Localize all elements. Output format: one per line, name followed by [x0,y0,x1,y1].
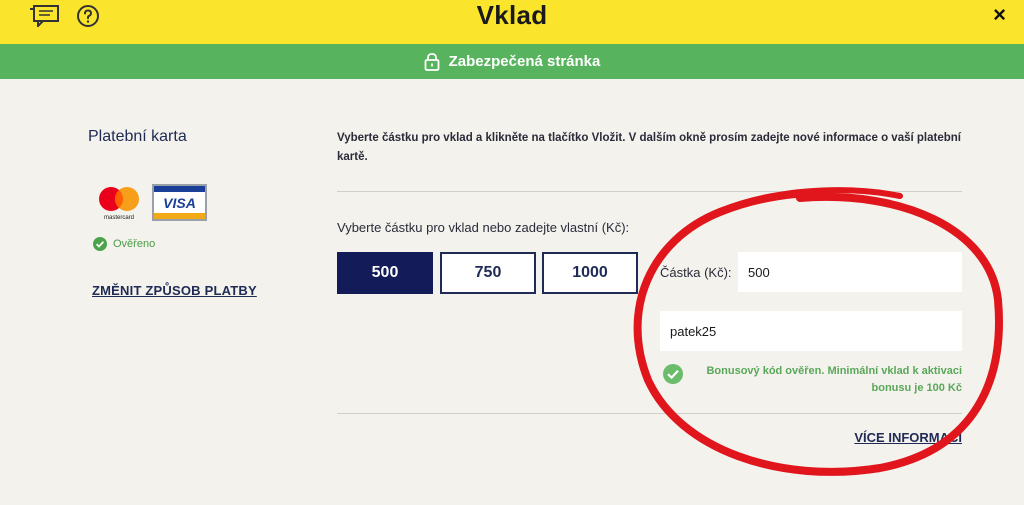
check-circle-icon [663,364,683,384]
visa-logo: VISA [152,184,207,221]
amount-label: Částka (Kč): [660,265,732,280]
modal-header: Vklad × [0,0,1024,44]
amount-button-750[interactable]: 750 [440,252,536,294]
bonus-message: Bonusový kód ověřen. Minimální vklad k a… [706,365,962,394]
more-info-link[interactable]: VÍCE INFORMACÍ [854,430,962,445]
payment-method-title: Platební karta [88,128,187,145]
deposit-instructions: Vyberte částku pro vklad a klikněte na t… [337,132,961,163]
amount-prompt: Vyberte částku pro vklad nebo zadejte vl… [337,220,630,235]
amount-input[interactable] [738,252,962,292]
amount-button-500[interactable]: 500 [337,252,433,294]
verified-label: Ověřeno [113,238,156,250]
svg-text:mastercard: mastercard [104,215,134,221]
check-circle-icon [93,237,107,251]
page-title: Vklad [476,0,548,30]
divider [337,191,962,192]
svg-text:VISA: VISA [163,195,196,211]
lock-icon [424,53,440,71]
amount-button-1000[interactable]: 1000 [542,252,638,294]
change-payment-method-link[interactable]: ZMĚNIT ZPŮSOB PLATBY [92,283,257,298]
bonus-code-input[interactable] [660,311,962,351]
secure-page-banner: Zabezpečená stránka [0,44,1024,79]
mastercard-logo: mastercard [99,187,139,221]
divider [337,413,962,414]
verified-status: Ověřeno [93,237,155,251]
bonus-validation: Bonusový kód ověřen. Minimální vklad k a… [660,360,962,400]
close-button[interactable]: × [993,2,1006,28]
secure-page-text: Zabezpečená stránka [448,53,601,70]
